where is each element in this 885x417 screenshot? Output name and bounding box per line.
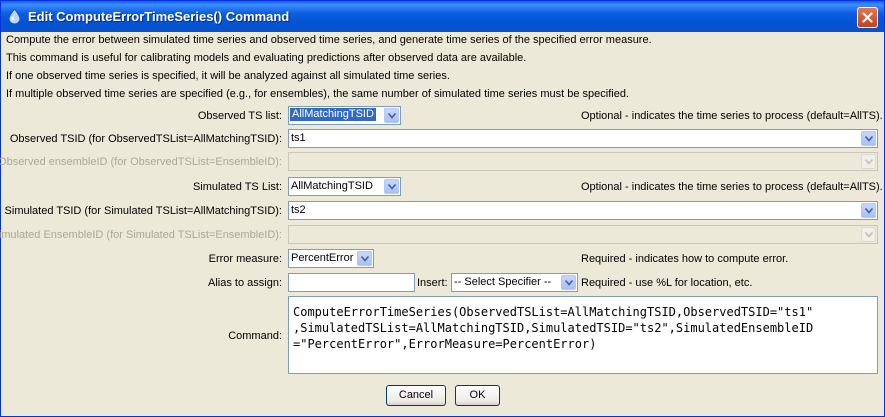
observed-ts-list-hint: Optional - indicates the time series to … <box>581 110 883 122</box>
observed-tsid-label: Observed TSID (for ObservedTSList=AllMat… <box>9 133 282 145</box>
simulated-ts-list-label: Simulated TS List: <box>192 181 282 193</box>
simulated-ts-list-select[interactable]: AllMatchingTSID <box>288 177 401 196</box>
specifier-select[interactable]: -- Select Specifier -- <box>451 273 578 292</box>
observed-tsid-select[interactable]: ts1 <box>288 129 878 148</box>
command-line-1: ComputeErrorTimeSeries(ObservedTSList=Al… <box>293 305 814 319</box>
error-measure-hint: Required - indicates how to compute erro… <box>581 253 789 265</box>
info-line-4: If multiple observed time series are spe… <box>6 88 629 100</box>
simulated-ensemble-label: Simulated EnsembleID (for Simulated TSLi… <box>0 229 282 241</box>
chevron-down-icon[interactable] <box>384 179 399 194</box>
dialog-window: Edit ComputeErrorTimeSeries() Command Co… <box>0 0 885 417</box>
observed-ts-list-value: AllMatchingTSID <box>290 108 376 121</box>
chevron-down-icon[interactable] <box>357 251 372 266</box>
chevron-down-icon[interactable] <box>861 131 876 146</box>
observed-ensemble-label: Observed ensembleID (for ObservedTSList=… <box>0 156 282 168</box>
specifier-value: -- Select Specifier -- <box>454 276 552 288</box>
ok-button[interactable]: OK <box>455 385 500 406</box>
window-title: Edit ComputeErrorTimeSeries() Command <box>28 9 290 24</box>
app-drop-icon <box>8 8 21 25</box>
command-label: Command: <box>228 330 282 342</box>
simulated-tsid-label: Simulated TSID (for Simulated TSList=All… <box>4 205 282 217</box>
close-button[interactable] <box>857 7 878 28</box>
insert-label: Insert: <box>417 277 448 289</box>
chevron-down-icon[interactable] <box>861 203 876 218</box>
error-measure-select[interactable]: PercentError <box>288 249 374 268</box>
simulated-ts-list-hint: Optional - indicates the time series to … <box>581 181 883 193</box>
command-line-2: ,SimulatedTSList=AllMatchingTSID,Simulat… <box>293 321 814 335</box>
simulated-tsid-select[interactable]: ts2 <box>288 201 878 220</box>
chevron-down-icon <box>861 154 876 169</box>
observed-ensemble-select <box>288 152 878 171</box>
simulated-ts-list-value: AllMatchingTSID <box>291 180 373 192</box>
observed-ts-list-select[interactable]: AllMatchingTSID <box>288 106 401 125</box>
command-line-3: ="PercentError",ErrorMeasure=PercentErro… <box>293 337 597 351</box>
alias-label: Alias to assign: <box>208 277 282 289</box>
alias-input[interactable] <box>288 273 415 292</box>
info-line-2: This command is useful for calibrating m… <box>6 52 527 64</box>
title-bar[interactable]: Edit ComputeErrorTimeSeries() Command <box>1 1 884 32</box>
observed-ts-list-label: Observed TS list: <box>197 110 282 122</box>
info-line-3: If one observed time series is specified… <box>6 70 450 82</box>
simulated-tsid-value: ts2 <box>291 204 306 216</box>
chevron-down-icon[interactable] <box>384 108 399 123</box>
chevron-down-icon[interactable] <box>561 275 576 290</box>
command-textarea[interactable]: ComputeErrorTimeSeries(ObservedTSList=Al… <box>288 296 878 374</box>
cancel-button[interactable]: Cancel <box>386 385 446 406</box>
chevron-down-icon <box>861 227 876 242</box>
info-line-1: Compute the error between simulated time… <box>6 34 652 46</box>
close-icon <box>862 12 873 23</box>
error-measure-label: Error measure: <box>208 253 282 265</box>
alias-hint: Required - use %L for location, etc. <box>581 277 753 289</box>
simulated-ensemble-select <box>288 225 878 244</box>
error-measure-value: PercentError <box>291 252 354 264</box>
observed-tsid-value: ts1 <box>291 132 306 144</box>
